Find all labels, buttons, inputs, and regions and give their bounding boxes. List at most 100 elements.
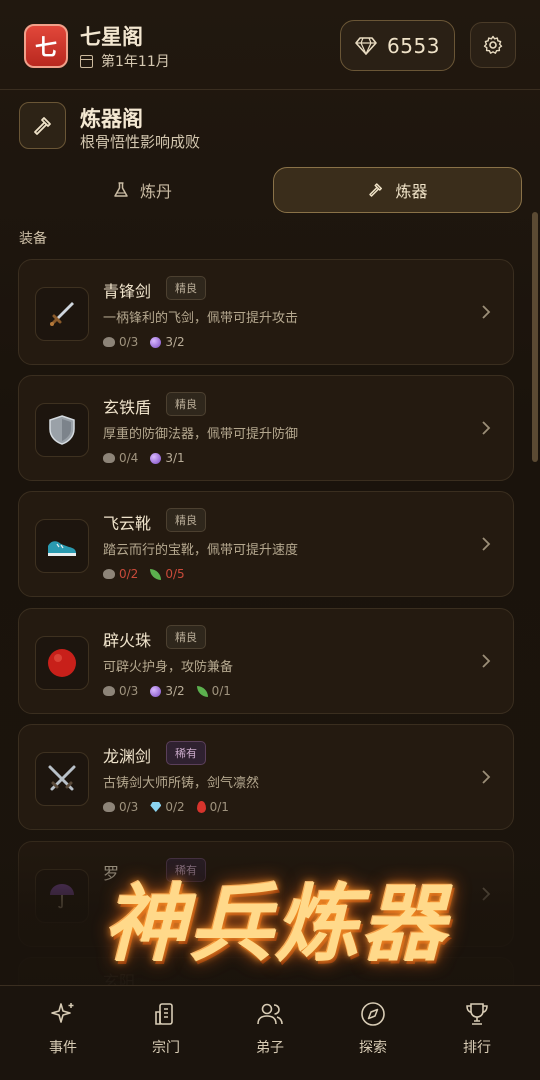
nav-label: 排行 [463,1040,491,1056]
gem-balance-button[interactable]: 6553 [340,20,455,71]
chevron-right-icon [482,654,491,668]
item-name: 青锋剑 [103,282,152,301]
leaf-icon [150,568,162,580]
material-requirements: 0/4 3/1 [103,451,185,465]
crystal-icon [150,802,162,812]
material-orb: 3/1 [150,451,185,465]
sect-name: 七星阁 [80,25,143,49]
tab-forge-label: 炼器 [395,182,428,201]
nav-label: 宗门 [152,1040,180,1056]
hammer-icon [369,183,383,197]
quality-tag: 稀有 [166,741,206,765]
scrollbar[interactable] [532,212,538,462]
compass-icon [361,1002,385,1026]
chevron-right-icon [482,421,491,435]
material-crystal: 0/2 [150,800,185,814]
gem-count: 6553 [387,33,440,58]
users-icon [257,1003,283,1025]
material-requirements: 0/3 3/2 [103,335,185,349]
item-description: 古铸剑大师所铸，剑气凛然 [103,776,260,791]
item-name: 玄铁盾 [103,398,152,417]
tab-alchemy-label: 炼丹 [139,182,172,201]
crossed-swords-icon [35,752,89,806]
item-description: 一柄锋利的飞剑，佩带可提升攻击 [103,311,299,326]
quality-tag: 精良 [166,392,206,416]
material-orb: 3/2 [150,335,185,349]
material-ore: 0/3 [103,335,138,349]
trophy-icon [466,1003,488,1025]
material-ore: 0/3 [103,800,138,814]
item-name: 辟火珠 [103,631,152,650]
ore-icon [103,802,115,812]
group-label-equipment: 装备 [19,231,47,247]
chevron-right-icon [482,770,491,784]
list-item[interactable]: 青锋剑 精良 一柄锋利的飞剑，佩带可提升攻击 0/3 3/2 [18,259,514,365]
nav-item-disciples[interactable]: 弟子 [225,1000,315,1070]
nav-item-ranking[interactable]: 排行 [432,1000,522,1070]
nav-label: 探索 [359,1040,387,1056]
red-orb-icon [35,636,89,690]
item-description: 可辟火护身，攻防兼备 [103,660,234,675]
app-root: 七 七星阁 第1年11月 6553 炼器阁 根骨悟性影响成败 炼丹 炼器 装备 … [0,0,540,1080]
ore-icon [103,453,115,463]
boot-icon [35,519,89,573]
page-title: 炼器阁 [80,107,143,131]
item-description: 厚重的防御法器，佩带可提升防御 [103,427,299,442]
material-requirements: 0/2 0/5 [103,567,185,581]
material-ore: 0/4 [103,451,138,465]
nav-label: 事件 [49,1040,77,1056]
forge-section-badge [19,102,66,149]
material-blood: 0/1 [196,800,229,814]
top-bar: 七 七星阁 第1年11月 6553 [0,0,540,90]
chevron-right-icon [482,537,491,551]
hammer-icon [33,116,51,135]
nav-label: 弟子 [256,1040,284,1056]
material-orb: 3/2 [150,684,185,698]
sparkle-icon [51,1003,74,1023]
item-name: 飞云靴 [103,514,152,533]
gear-icon [483,35,503,54]
orb-icon [150,336,162,348]
shield-icon [35,403,89,457]
blood-icon [196,801,206,813]
calendar-icon [80,54,93,68]
quality-tag: 精良 [166,508,206,532]
ore-icon [103,569,115,579]
sect-badge[interactable]: 七 [24,24,68,68]
flask-icon [114,182,128,197]
list-item[interactable]: 龙渊剑 稀有 古铸剑大师所铸，剑气凛然 0/3 0/2 0/1 [18,724,514,830]
bottom-nav: 事件 宗门 弟子 探索 排行 [0,985,540,1080]
nav-item-events[interactable]: 事件 [18,1000,108,1070]
material-ore: 0/3 [103,684,138,698]
material-herb: 0/1 [196,684,231,698]
nav-item-sect[interactable]: 宗门 [121,1000,211,1070]
item-description: 踏云而行的宝靴，佩带可提升速度 [103,543,299,558]
quality-tag: 精良 [166,625,206,649]
date-row: 第1年11月 [80,51,170,71]
material-requirements: 0/3 0/2 0/1 [103,800,229,814]
item-name: 龙渊剑 [103,747,152,766]
settings-button[interactable] [470,22,516,68]
list-item[interactable]: 玄铁盾 精良 厚重的防御法器，佩带可提升防御 0/4 3/1 [18,375,514,481]
list-item[interactable]: 辟火珠 精良 可辟火护身，攻防兼备 0/3 3/2 0/1 [18,608,514,714]
ore-icon [103,337,115,347]
orb-icon [150,685,162,697]
orb-icon [150,452,162,464]
material-requirements: 0/3 3/2 0/1 [103,684,231,698]
list-item[interactable]: 飞云靴 精良 踏云而行的宝靴，佩带可提升速度 0/2 0/5 [18,491,514,597]
tab-alchemy[interactable]: 炼丹 [19,167,265,213]
diamond-icon [355,36,377,55]
material-herb: 0/5 [150,567,185,581]
tab-forge[interactable]: 炼器 [273,167,522,213]
chevron-right-icon [482,305,491,319]
promo-banner-title: 神兵炼器 [102,873,447,973]
game-date: 第1年11月 [101,54,170,70]
material-ore: 0/2 [103,567,138,581]
page-subtitle: 根骨悟性影响成败 [80,133,201,151]
quality-tag: 精良 [166,276,206,300]
leaf-icon [196,685,208,697]
nav-item-explore[interactable]: 探索 [328,1000,418,1070]
sword-icon [35,287,89,341]
ore-icon [103,686,115,696]
building-icon [155,1003,173,1025]
